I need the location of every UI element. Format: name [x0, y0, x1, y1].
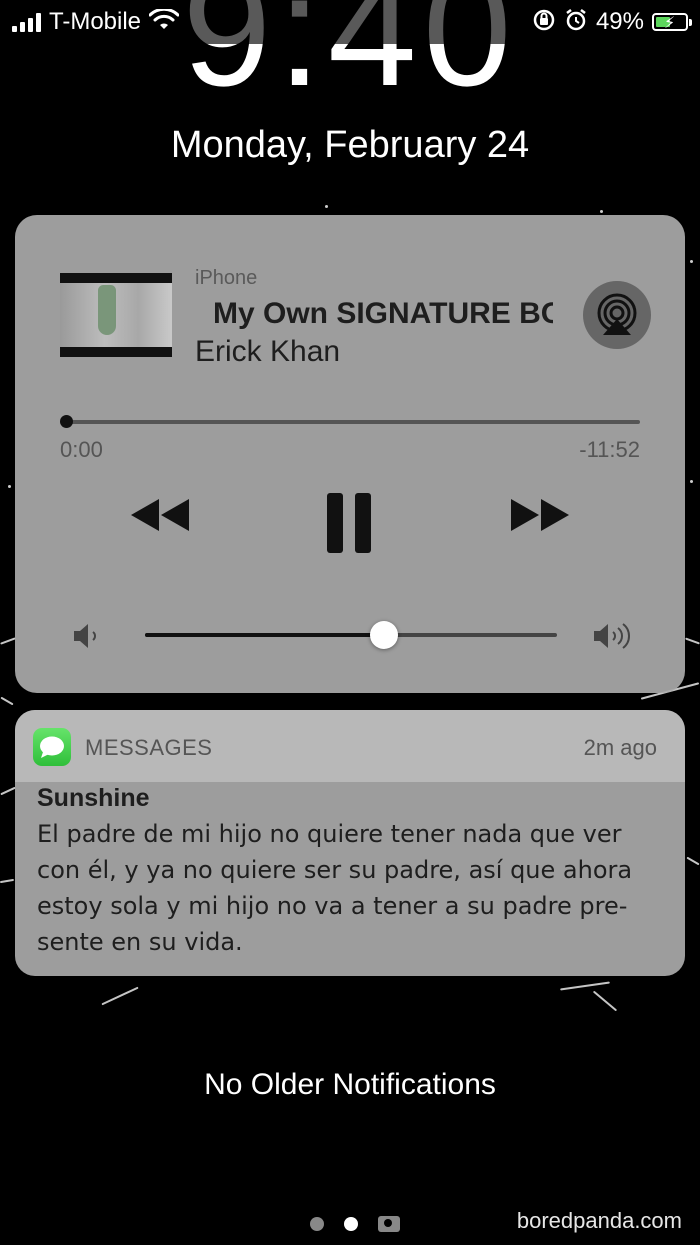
messages-app-icon	[33, 728, 71, 766]
page-dot	[310, 1217, 324, 1231]
lock-screen-date: Monday, February 24	[170, 124, 530, 166]
pause-button[interactable]	[325, 491, 375, 559]
remaining-time: -11:52	[579, 437, 640, 462]
track-title: My Own SIGNATURE BONG	[213, 297, 553, 330]
airplay-button[interactable]	[583, 281, 651, 349]
carrier-name: T-Mobile	[49, 8, 142, 35]
rewind-button[interactable]	[125, 493, 195, 541]
notification-header: MESSAGES 2m ago	[15, 710, 685, 782]
playback-scrubber[interactable]	[65, 420, 640, 424]
alarm-icon	[564, 8, 588, 36]
track-artist: Erick Khan	[195, 335, 341, 368]
battery-charging-icon: ⚡	[652, 13, 692, 32]
volume-low-icon	[70, 619, 104, 657]
now-playing-widget: iPhone My Own SIGNATURE BONG Erick Khan …	[15, 215, 685, 693]
rewind-icon	[131, 499, 189, 531]
camera-icon[interactable]	[378, 1216, 400, 1232]
notification-time: 2m ago	[583, 735, 657, 760]
volume-handle[interactable]	[369, 621, 398, 649]
fast-forward-icon	[511, 499, 569, 531]
page-indicator	[310, 1216, 400, 1232]
scrubber-handle[interactable]	[60, 415, 73, 428]
airplay-icon	[597, 293, 637, 335]
message-body: El padre de mi hijo no quiere tener nada…	[37, 820, 633, 956]
watermark: boredpanda.com	[516, 1208, 682, 1233]
message-notification[interactable]: MESSAGES 2m ago Sunshine El padre de mi …	[15, 710, 685, 976]
fast-forward-button[interactable]	[505, 493, 575, 541]
elapsed-time: 0:00	[60, 437, 103, 462]
no-older-notifications: No Older Notifications	[204, 1068, 496, 1101]
pause-icon	[327, 493, 371, 553]
message-sender: Sunshine	[37, 784, 150, 812]
page-dot-active	[344, 1217, 358, 1231]
playback-source: iPhone	[195, 267, 258, 289]
status-bar: T-Mobile 49% ⚡	[0, 0, 700, 44]
battery-percent: 49%	[595, 8, 644, 35]
wifi-icon	[148, 7, 180, 35]
notification-app-name: MESSAGES	[85, 735, 213, 760]
volume-high-icon	[590, 619, 638, 657]
signal-icon	[12, 12, 41, 32]
album-artwork[interactable]	[60, 273, 172, 357]
rotation-lock-icon	[532, 8, 556, 36]
volume-slider[interactable]	[145, 633, 557, 637]
